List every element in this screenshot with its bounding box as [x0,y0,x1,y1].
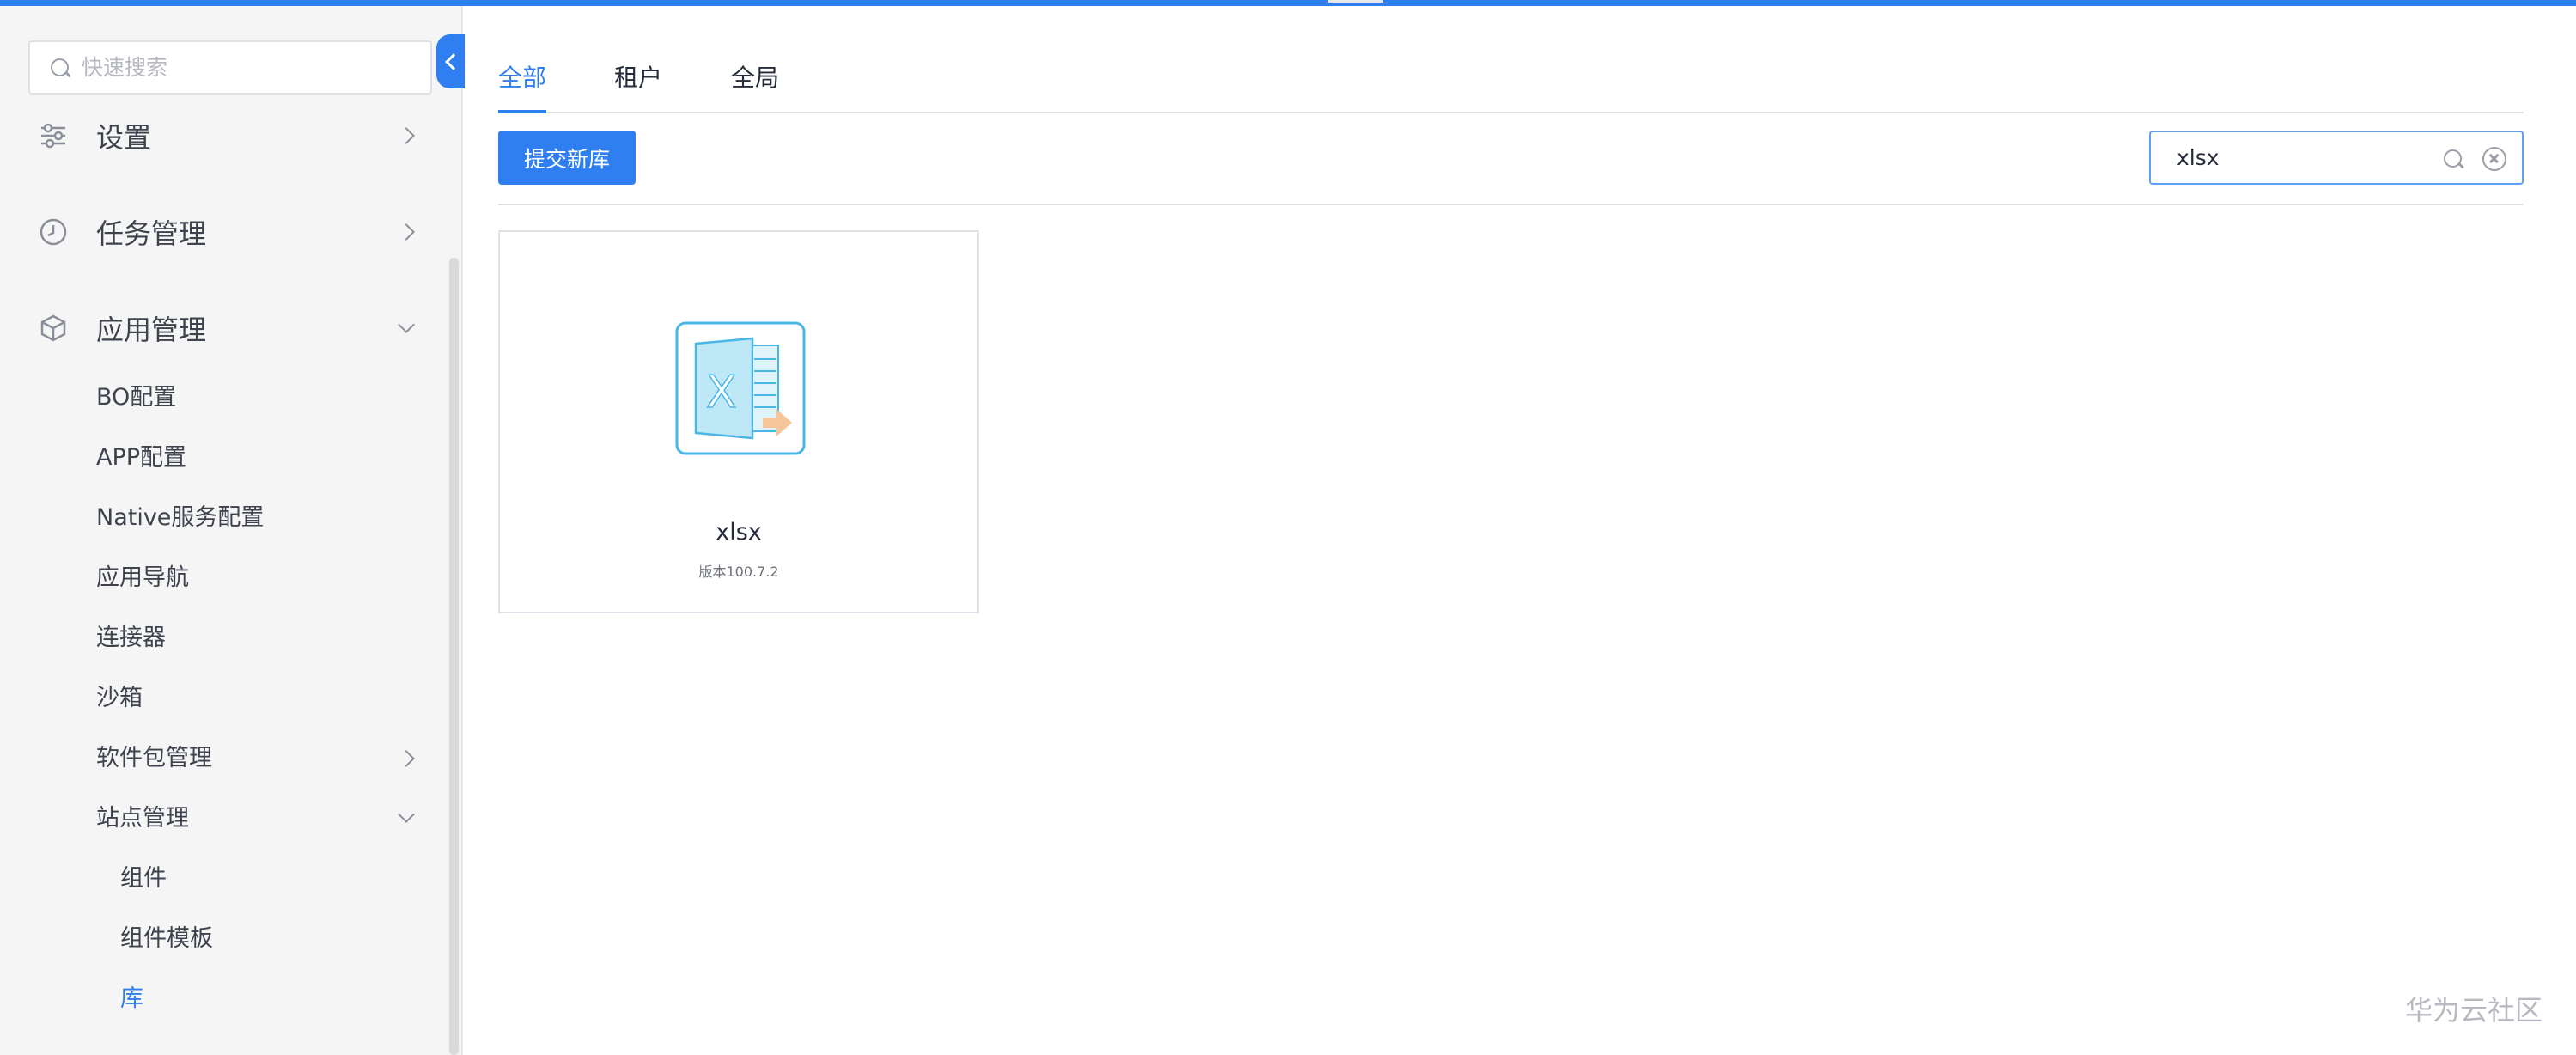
sidebar-item-sandbox[interactable]: 沙箱 [96,681,447,716]
scope-tabs: 全部 租户 全局 [498,60,2524,113]
library-card[interactable]: X xlsx 版本100.7.2 [498,230,979,613]
library-card-version-number: 100.7.2 [726,564,779,580]
menu-label-app-management: 应用管理 [96,314,207,346]
library-card-name: xlsx [716,519,762,546]
sidebar-label-package-management: 软件包管理 [96,745,212,771]
library-search-box[interactable] [2149,131,2524,185]
watermark: 华为云社区 [2405,994,2543,1027]
sidebar-item-package-management[interactable]: 软件包管理 [96,741,447,776]
sidebar-item-site-management[interactable]: 站点管理 [96,802,447,836]
collapse-sidebar-button[interactable] [436,34,465,88]
sidebar-label-site-management: 站点管理 [96,805,189,832]
menu-label-settings: 设置 [96,121,152,154]
tab-all[interactable]: 全部 [498,60,547,113]
sidebar-item-component[interactable]: 组件 [120,862,167,896]
clear-icon[interactable] [2482,147,2506,171]
sliders-icon [41,123,65,149]
tab-tenant[interactable]: 租户 [614,60,662,113]
clock-icon [40,218,67,246]
sidebar-item-library[interactable]: 库 [120,982,143,1016]
submit-new-library-button[interactable]: 提交新库 [498,131,636,185]
svg-text:X: X [706,367,737,418]
chevron-down-icon [398,806,415,823]
chevron-right-icon [398,750,415,767]
chevron-left-icon [444,52,462,70]
chevron-right-icon [398,223,415,241]
top-notch [1328,0,1383,3]
library-search-input[interactable] [2177,145,2434,170]
toolbar-divider [498,204,2524,205]
quick-search-input[interactable] [82,55,408,80]
chevron-right-icon [398,127,415,144]
excel-file-icon: X [675,321,806,455]
library-card-version: 版本100.7.2 [500,560,977,581]
sidebar-divider [461,6,463,1055]
sidebar-scrollbar-thumb[interactable] [449,258,459,1055]
sidebar-item-bo-config[interactable]: BO配置 [96,381,447,415]
library-card-version-prefix: 版本 [698,564,727,580]
search-icon[interactable] [2441,147,2465,171]
top-accent-bar [0,0,2576,6]
search-icon [49,57,71,79]
menu-label-task-management: 任务管理 [96,217,207,250]
cube-icon [40,314,66,342]
tab-global[interactable]: 全局 [731,60,779,113]
menu-item-settings[interactable]: 设置 [0,106,447,166]
sidebar-item-connector[interactable]: 连接器 [96,621,447,656]
sidebar-item-app-config[interactable]: APP配置 [96,441,447,475]
chevron-down-icon [398,316,415,333]
quick-search-box[interactable] [28,40,432,95]
menu-item-app-management[interactable]: 应用管理 [0,298,447,358]
sidebar-item-app-navigation[interactable]: 应用导航 [96,561,447,595]
menu-item-task-management[interactable]: 任务管理 [0,202,447,262]
sidebar-item-native-service-config[interactable]: Native服务配置 [96,501,447,535]
sidebar: 设置 任务管理 应用管理 BO配置 APP配置 Native服务配置 应用导航 … [0,6,461,1055]
sidebar-item-component-template[interactable]: 组件模板 [120,922,213,956]
